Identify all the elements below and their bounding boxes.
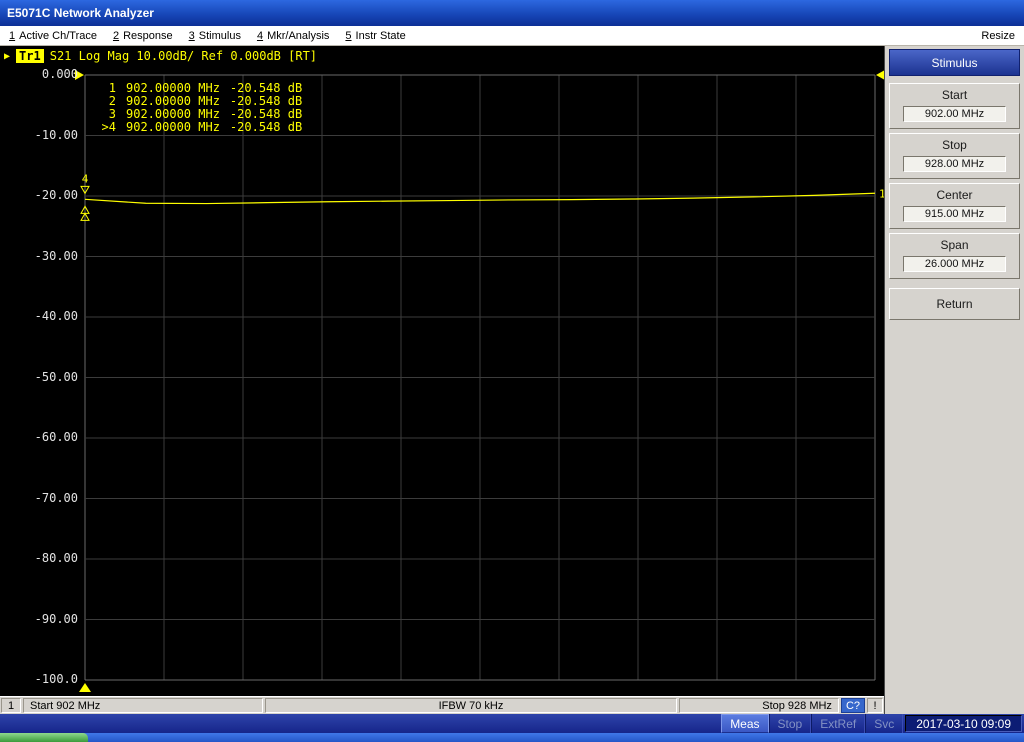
y-axis-label: 0.000 [41,67,78,81]
softkey-start[interactable]: Start 902.00 MHz [889,83,1020,129]
status-indicator-label: Meas [730,716,760,731]
marker-number: >4 [101,120,116,134]
menu-label: Mkr/Analysis [267,29,330,42]
active-trace-indicator-icon: ▶ [4,50,11,62]
softkey-label: Start [941,88,968,102]
channel-number: 1 [7,699,15,712]
y-axis-label: -10.00 [34,127,78,142]
marker-frequency: 902.00000 MHz [126,120,220,134]
ref-level-indicator-right [876,70,884,80]
marker-value: -20.548 dB [229,120,303,134]
softkey-return[interactable]: Return [889,288,1020,320]
menu-label: Response [123,29,173,42]
menu-accesskey: 3 [188,29,195,42]
y-axis-label: -50.00 [34,369,78,384]
marker-readout-row-active: >4 902.00000 MHz -20.548 dB [92,120,303,134]
y-axis-label: -40.00 [34,309,78,323]
window-titlebar: E5071C Network Analyzer [0,0,1024,26]
menu-instr-state[interactable]: 5 Instr State [345,30,405,42]
sweep-stop-readout: Stop 928 MHz [678,698,839,713]
menu-label: Active Ch/Trace [19,29,97,42]
y-axis-label: -100.0 [34,672,78,686]
menu-response[interactable]: 2 Response [113,30,173,42]
softkey-label: Center [936,188,973,202]
softkey-label: Span [940,238,969,252]
calibration-status-badge: C? [840,698,865,713]
softkey-center[interactable]: Center 915.00 MHz [889,183,1020,229]
menu-resize[interactable]: Resize [981,30,1015,42]
trace-display-area: 41 ▶ Tr1 S21 Log Mag 10.00dB/ Ref 0.000d… [0,46,884,696]
channel-number-indicator: 1 [1,698,21,713]
start-button[interactable] [0,733,88,742]
status-indicator-label: Svc [874,716,895,731]
status-indicator-extref: ExtRef [811,714,866,733]
softkey-menu: Stimulus Start 902.00 MHz Stop 928.00 MH… [884,46,1024,714]
softkey-stop[interactable]: Stop 928.00 MHz [889,133,1020,179]
window-title: E5071C Network Analyzer [7,6,154,20]
menu-label: Resize [981,29,1015,42]
softkey-value: 902.00 MHz [903,106,1006,122]
sweep-start-readout: Start 902 MHz [23,698,263,713]
start-frequency-text: Start 902 MHz [30,699,101,712]
softkey-span[interactable]: Span 26.000 MHz [889,233,1020,279]
menu-label: Instr State [355,29,406,42]
trace-name-badge: Tr1 [16,49,44,63]
status-indicator-meas: Meas [721,714,769,733]
menu-accesskey: 5 [345,29,352,42]
windows-taskbar [0,733,1024,742]
y-axis-label: -90.00 [34,611,78,626]
trace-format-text: S21 Log Mag 10.00dB/ Ref 0.000dB [RT] [49,49,318,63]
menu-accesskey: 1 [9,29,16,42]
status-indicator-stop: Stop [768,714,812,733]
menu-active-ch-trace[interactable]: 1 Active Ch/Trace [9,30,97,42]
trace-end-label: 1 [879,187,884,200]
status-indicator-label: Stop [777,716,803,731]
datetime-display: 2017-03-10 09:09 [905,715,1022,732]
status-indicator-label: ExtRef [820,716,857,731]
instrument-status-bar: Meas Stop ExtRef Svc 2017-03-10 09:09 [0,714,1024,733]
y-axis-label: -60.00 [34,430,78,444]
stop-frequency-text: Stop 928 MHz [762,699,832,712]
y-axis-label: -20.00 [34,188,78,202]
menu-bar: 1 Active Ch/Trace 2 Response 3 Stimulus … [0,26,1024,46]
softkey-menu-title: Stimulus [889,49,1020,76]
softkey-value: 915.00 MHz [903,206,1006,222]
alert-icon: ! [873,699,877,712]
softkey-label: Return [936,297,973,311]
marker-readout-table: 1 902.00000 MHz -20.548 dB 2 902.00000 M… [92,82,303,134]
softkey-menu-title-text: Stimulus [931,55,978,70]
main-content: 41 ▶ Tr1 S21 Log Mag 10.00dB/ Ref 0.000d… [0,46,1024,714]
softkey-value: 928.00 MHz [903,156,1006,172]
menu-label: Stimulus [198,29,241,42]
menu-mkr-analysis[interactable]: 4 Mkr/Analysis [257,30,329,42]
instrument-message-area [0,714,721,733]
trace-status-line: ▶ Tr1 S21 Log Mag 10.00dB/ Ref 0.000dB [… [4,49,317,63]
status-indicator-svc: Svc [865,714,904,733]
ifbw-readout: IFBW 70 kHz [265,698,677,713]
measurement-plot: 41 [75,70,884,692]
channel-window: 41 ▶ Tr1 S21 Log Mag 10.00dB/ Ref 0.000d… [0,46,884,714]
menu-accesskey: 2 [112,29,120,42]
ifbw-text: IFBW 70 kHz [438,699,504,712]
marker-number-label: 4 [82,172,89,185]
softkey-label: Stop [942,138,967,152]
menu-stimulus[interactable]: 3 Stimulus [189,30,241,42]
y-axis-label: -70.00 [34,490,78,505]
softkey-value: 26.000 MHz [903,256,1006,272]
sweep-start-indicator [79,683,91,692]
alert-indicator: ! [867,698,883,713]
y-axis-label: -80.00 [34,551,78,565]
y-axis-label: -30.00 [34,248,78,263]
channel-status-bar: 1 Start 902 MHz IFBW 70 kHz Stop 928 MHz… [0,696,884,714]
datetime-text: 2017-03-10 09:09 [916,716,1011,731]
cal-badge-text: C? [845,699,860,712]
menu-accesskey: 4 [256,29,264,42]
